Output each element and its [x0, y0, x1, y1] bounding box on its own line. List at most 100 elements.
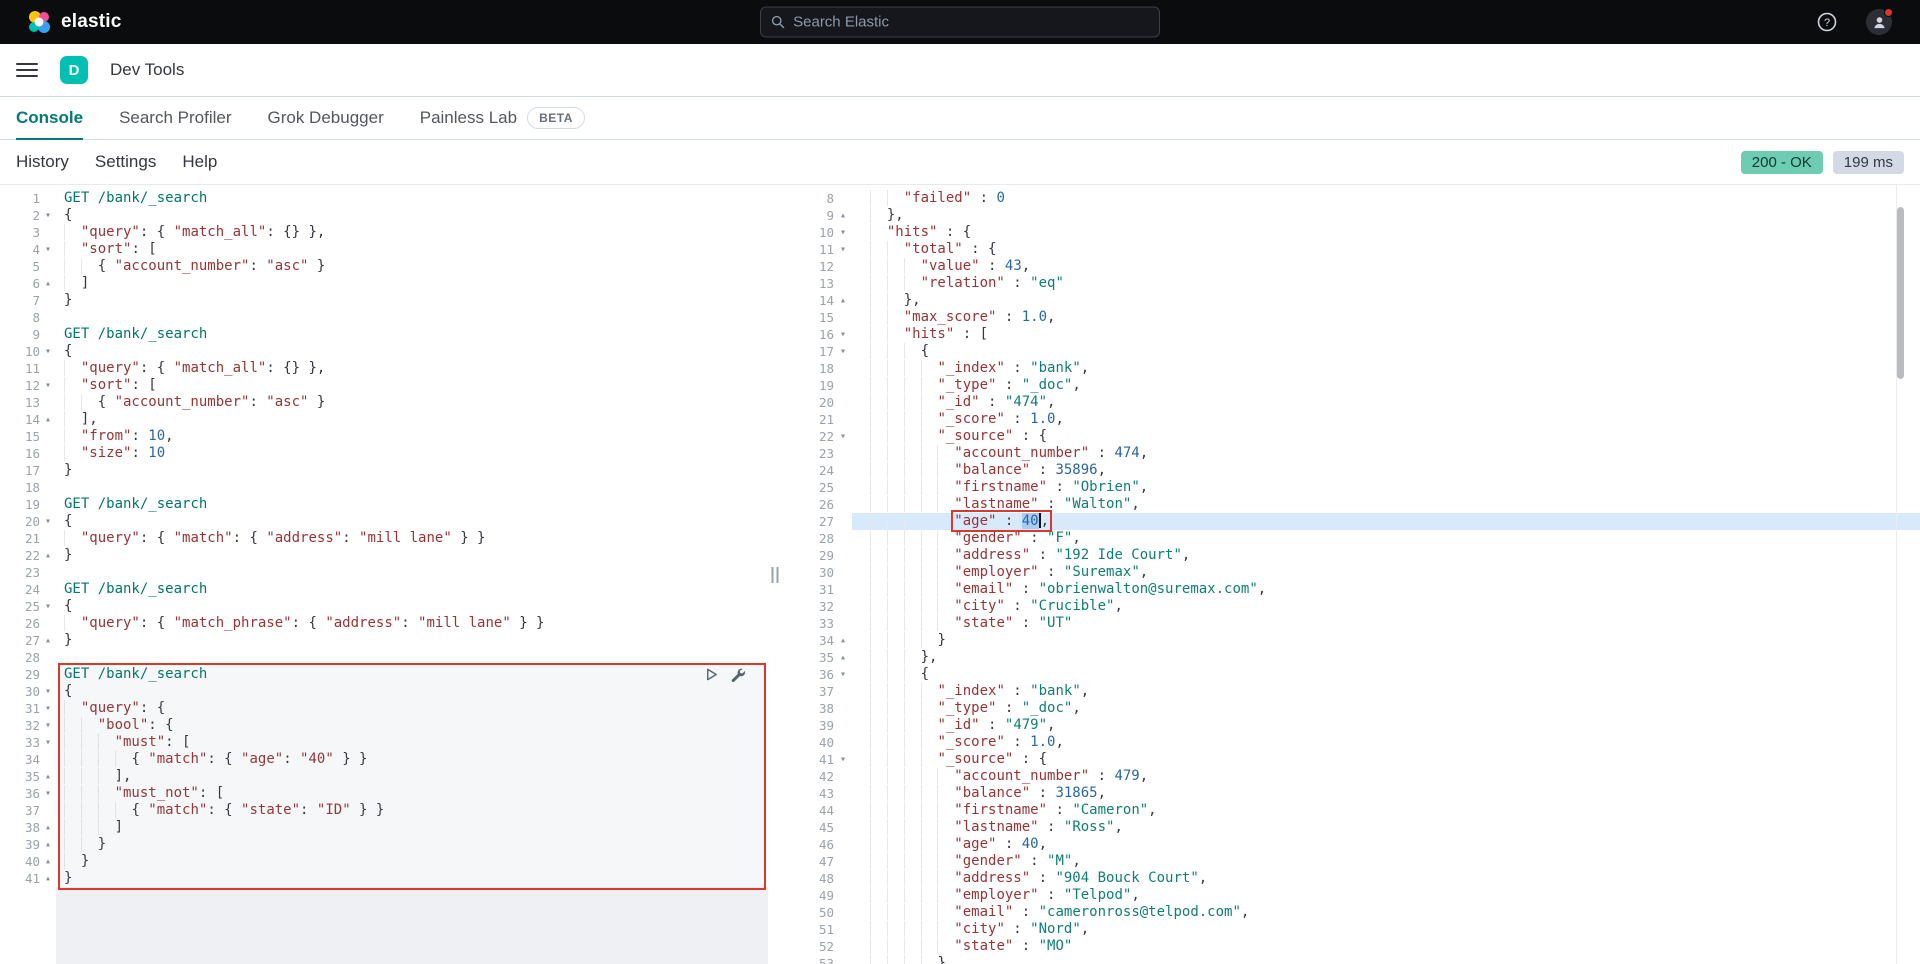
- code-line[interactable]: 18: [0, 479, 768, 496]
- code-line[interactable]: 36▾ {: [782, 666, 1920, 683]
- code-line[interactable]: 19GET /bank/_search: [0, 496, 768, 513]
- fold-toggle-icon[interactable]: ▾: [834, 326, 852, 343]
- tab-search-profiler[interactable]: Search Profiler: [119, 97, 231, 139]
- fold-toggle-icon[interactable]: ▴: [40, 411, 56, 428]
- code-line[interactable]: 20▾{: [0, 513, 768, 530]
- code-line[interactable]: 49 "employer" : "Telpod",: [782, 887, 1920, 904]
- fold-toggle-icon[interactable]: ▴: [40, 819, 56, 836]
- code-line[interactable]: 26 "query": { "match_phrase": { "address…: [0, 615, 768, 632]
- code-line[interactable]: 11▾ "total" : {: [782, 241, 1920, 258]
- fold-toggle-icon[interactable]: ▴: [40, 870, 56, 887]
- code-line[interactable]: 20 "_id" : "474",: [782, 394, 1920, 411]
- code-line[interactable]: 2▾{: [0, 207, 768, 224]
- code-line[interactable]: 52 "state" : "MO": [782, 938, 1920, 955]
- panel-resizer[interactable]: [768, 185, 782, 964]
- code-line[interactable]: 16 "size": 10: [0, 445, 768, 462]
- fold-toggle-icon[interactable]: ▾: [834, 241, 852, 258]
- code-line[interactable]: 17}: [0, 462, 768, 479]
- code-line[interactable]: 16▾ "hits" : [: [782, 326, 1920, 343]
- fold-toggle-icon[interactable]: ▾: [40, 734, 56, 751]
- elastic-logo[interactable]: elastic: [26, 9, 122, 35]
- code-line[interactable]: 38 "_type" : "_doc",: [782, 700, 1920, 717]
- fold-toggle-icon[interactable]: ▾: [40, 785, 56, 802]
- code-line[interactable]: 4▾ "sort": [: [0, 241, 768, 258]
- fold-toggle-icon[interactable]: ▾: [40, 513, 56, 530]
- code-line[interactable]: 22▾ "_source" : {: [782, 428, 1920, 445]
- code-line[interactable]: 12▾ "sort": [: [0, 377, 768, 394]
- code-line[interactable]: 46 "age" : 40,: [782, 836, 1920, 853]
- code-line[interactable]: 35▴ },: [782, 649, 1920, 666]
- fold-toggle-icon[interactable]: ▾: [40, 377, 56, 394]
- code-line[interactable]: 8 "failed" : 0: [782, 190, 1920, 207]
- code-line[interactable]: 10▾ "hits" : {: [782, 224, 1920, 241]
- search-input[interactable]: [793, 14, 1149, 31]
- fold-toggle-icon[interactable]: ▴: [834, 632, 852, 649]
- code-line[interactable]: 18 "_index" : "bank",: [782, 360, 1920, 377]
- code-line[interactable]: 44 "firstname" : "Cameron",: [782, 802, 1920, 819]
- tab-grok-debugger[interactable]: Grok Debugger: [268, 97, 384, 139]
- code-line[interactable]: 39 "_id" : "479",: [782, 717, 1920, 734]
- code-line[interactable]: 7}: [0, 292, 768, 309]
- code-line[interactable]: 33 "state" : "UT": [782, 615, 1920, 632]
- code-line[interactable]: 53 }: [782, 955, 1920, 964]
- code-line[interactable]: 28 "gender" : "F",: [782, 530, 1920, 547]
- code-line[interactable]: 25▾{: [0, 598, 768, 615]
- fold-toggle-icon[interactable]: ▾: [40, 598, 56, 615]
- code-line[interactable]: 12 "value" : 43,: [782, 258, 1920, 275]
- code-line[interactable]: 24GET /bank/_search: [0, 581, 768, 598]
- tab-painless-lab[interactable]: Painless Lab BETA: [420, 97, 585, 139]
- code-line[interactable]: 47 "gender" : "M",: [782, 853, 1920, 870]
- code-line[interactable]: 24 "balance" : 35896,: [782, 462, 1920, 479]
- code-line[interactable]: 31 "email" : "obrienwalton@suremax.com",: [782, 581, 1920, 598]
- code-line[interactable]: 9▴ },: [782, 207, 1920, 224]
- user-menu-avatar[interactable]: [1864, 7, 1894, 37]
- code-line[interactable]: 30 "employer" : "Suremax",: [782, 564, 1920, 581]
- code-line[interactable]: 13 "relation" : "eq": [782, 275, 1920, 292]
- code-line[interactable]: 27 "age" : 40,: [782, 513, 1920, 530]
- fold-toggle-icon[interactable]: ▾: [40, 717, 56, 734]
- code-line[interactable]: 14▴ },: [782, 292, 1920, 309]
- code-line[interactable]: 19 "_type" : "_doc",: [782, 377, 1920, 394]
- code-line[interactable]: 50 "email" : "cameronross@telpod.com",: [782, 904, 1920, 921]
- fold-toggle-icon[interactable]: ▾: [40, 207, 56, 224]
- fold-toggle-icon[interactable]: ▾: [40, 343, 56, 360]
- code-line[interactable]: 45 "lastname" : "Ross",: [782, 819, 1920, 836]
- settings-button[interactable]: Settings: [95, 152, 156, 172]
- fold-toggle-icon[interactable]: ▴: [834, 207, 852, 224]
- fold-toggle-icon[interactable]: ▾: [834, 751, 852, 768]
- fold-toggle-icon[interactable]: ▾: [40, 241, 56, 258]
- code-line[interactable]: 48 "address" : "904 Bouck Court",: [782, 870, 1920, 887]
- code-line[interactable]: 5 { "account_number": "asc" }: [0, 258, 768, 275]
- code-line[interactable]: 29 "address" : "192 Ide Court",: [782, 547, 1920, 564]
- code-line[interactable]: 23: [0, 564, 768, 581]
- code-line[interactable]: 10▾{: [0, 343, 768, 360]
- code-line[interactable]: 32 "city" : "Crucible",: [782, 598, 1920, 615]
- code-line[interactable]: 41▾ "_source" : {: [782, 751, 1920, 768]
- fold-toggle-icon[interactable]: ▾: [834, 428, 852, 445]
- code-line[interactable]: 42 "account_number" : 479,: [782, 768, 1920, 785]
- send-request-button[interactable]: [703, 666, 720, 683]
- code-line[interactable]: 27▴}: [0, 632, 768, 649]
- global-search[interactable]: [760, 7, 1160, 38]
- fold-toggle-icon[interactable]: ▾: [40, 700, 56, 717]
- scrollbar-thumb[interactable]: [1897, 207, 1904, 379]
- code-line[interactable]: 51 "city" : "Nord",: [782, 921, 1920, 938]
- code-line[interactable]: 22▴}: [0, 547, 768, 564]
- code-line[interactable]: 25 "firstname" : "Obrien",: [782, 479, 1920, 496]
- code-line[interactable]: 26 "lastname" : "Walton",: [782, 496, 1920, 513]
- code-line[interactable]: 8: [0, 309, 768, 326]
- fold-toggle-icon[interactable]: ▴: [40, 632, 56, 649]
- code-line[interactable]: 13 { "account_number": "asc" }: [0, 394, 768, 411]
- fold-toggle-icon[interactable]: ▴: [40, 768, 56, 785]
- code-line[interactable]: 34▴ }: [782, 632, 1920, 649]
- code-line[interactable]: 23 "account_number" : 474,: [782, 445, 1920, 462]
- menu-icon[interactable]: [16, 63, 38, 77]
- code-line[interactable]: 21 "query": { "match": { "address": "mil…: [0, 530, 768, 547]
- help-button[interactable]: Help: [182, 152, 217, 172]
- fold-toggle-icon[interactable]: ▴: [40, 275, 56, 292]
- code-line[interactable]: 37 "_index" : "bank",: [782, 683, 1920, 700]
- fold-toggle-icon[interactable]: ▾: [834, 224, 852, 241]
- code-line[interactable]: 15 "from": 10,: [0, 428, 768, 445]
- code-line[interactable]: 14▴ ],: [0, 411, 768, 428]
- space-avatar[interactable]: D: [60, 56, 88, 84]
